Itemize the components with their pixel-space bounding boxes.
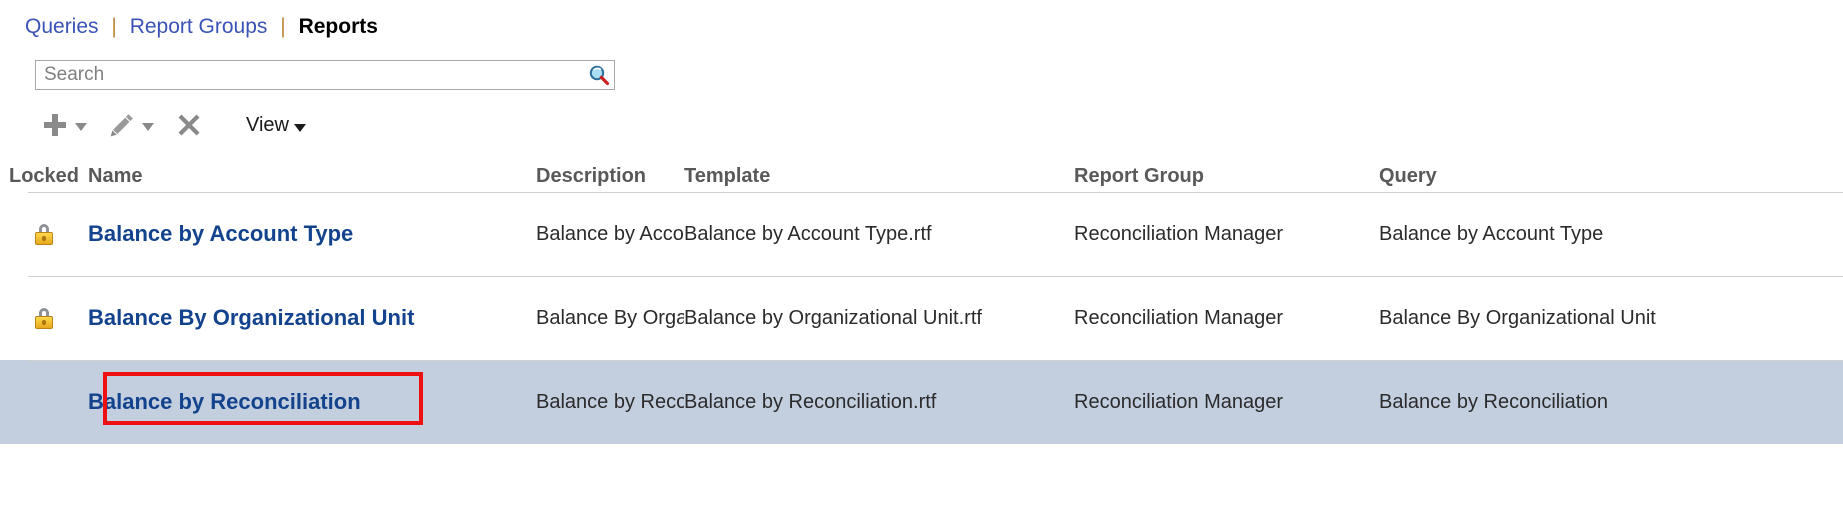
column-header-locked[interactable]: Locked xyxy=(0,165,88,188)
report-name-link[interactable]: Balance By Organizational Unit xyxy=(88,305,414,330)
report-name-link[interactable]: Balance by Reconciliation xyxy=(88,389,361,414)
row-description-cell: Balance By Organizational Unit xyxy=(536,306,684,329)
row-query-cell: Balance by Reconciliation xyxy=(1379,390,1609,413)
row-divider xyxy=(28,360,1843,361)
lock-icon xyxy=(35,223,53,245)
view-menu-label: View xyxy=(246,113,289,136)
row-description-cell: Balance by Reconciliation xyxy=(536,390,684,413)
row-template-cell: Balance by Reconciliation.rtf xyxy=(684,390,937,413)
column-header-report-group[interactable]: Report Group xyxy=(1074,165,1379,188)
add-dropdown-caret-icon[interactable] xyxy=(75,123,87,131)
view-menu-button[interactable]: View xyxy=(246,114,306,137)
column-header-name[interactable]: Name xyxy=(88,165,536,188)
row-locked-cell xyxy=(0,307,88,329)
breadcrumb: Queries | Report Groups | Reports xyxy=(25,14,378,40)
edit-pencil-icon[interactable] xyxy=(105,108,139,142)
row-name-cell: Balance by Reconciliation xyxy=(88,389,536,415)
breadcrumb-separator: | xyxy=(280,15,286,38)
row-template-cell: Balance by Account Type.rtf xyxy=(684,222,932,245)
breadcrumb-item-report-groups[interactable]: Report Groups xyxy=(130,15,268,38)
search-bar[interactable] xyxy=(35,60,615,90)
table-row[interactable]: Balance by Account Type Balance by Accou… xyxy=(0,192,1843,276)
row-report-group-cell: Reconciliation Manager xyxy=(1074,306,1284,329)
add-icon[interactable] xyxy=(38,108,72,142)
search-icon[interactable] xyxy=(584,62,614,88)
row-description-cell: Balance by Account Type xyxy=(536,222,684,245)
delete-x-icon[interactable] xyxy=(172,108,206,142)
column-header-description[interactable]: Description xyxy=(536,165,684,188)
table-header-row: Locked Name Description Template Report … xyxy=(0,150,1843,192)
row-report-group-cell: Reconciliation Manager xyxy=(1074,390,1284,413)
breadcrumb-item-queries[interactable]: Queries xyxy=(25,15,99,38)
toolbar: View xyxy=(38,105,306,145)
table-row-selected[interactable]: Balance by Reconciliation Balance by Rec… xyxy=(0,360,1843,444)
row-name-cell: Balance by Account Type xyxy=(88,221,536,247)
edit-dropdown-caret-icon[interactable] xyxy=(142,123,154,131)
row-template-cell: Balance by Organizational Unit.rtf xyxy=(684,306,982,329)
lock-icon xyxy=(35,307,53,329)
delete-button[interactable] xyxy=(172,108,206,142)
column-header-template[interactable]: Template xyxy=(684,165,1074,188)
chevron-down-icon[interactable] xyxy=(294,123,306,132)
report-name-link[interactable]: Balance by Account Type xyxy=(88,221,353,246)
edit-button[interactable] xyxy=(105,108,139,142)
row-name-cell: Balance By Organizational Unit xyxy=(88,305,536,331)
breadcrumb-separator: | xyxy=(111,15,117,38)
table-row[interactable]: Balance By Organizational Unit Balance B… xyxy=(0,276,1843,360)
row-locked-cell xyxy=(0,223,88,245)
search-input[interactable] xyxy=(36,62,584,88)
add-button[interactable] xyxy=(38,108,72,142)
row-query-cell: Balance By Organizational Unit xyxy=(1379,306,1656,329)
reports-table: Locked Name Description Template Report … xyxy=(0,150,1843,444)
row-report-group-cell: Reconciliation Manager xyxy=(1074,222,1284,245)
column-header-query[interactable]: Query xyxy=(1379,165,1819,188)
breadcrumb-item-reports: Reports xyxy=(298,15,378,38)
row-divider xyxy=(28,276,1843,277)
row-query-cell: Balance by Account Type xyxy=(1379,222,1604,245)
row-divider xyxy=(28,192,1843,193)
